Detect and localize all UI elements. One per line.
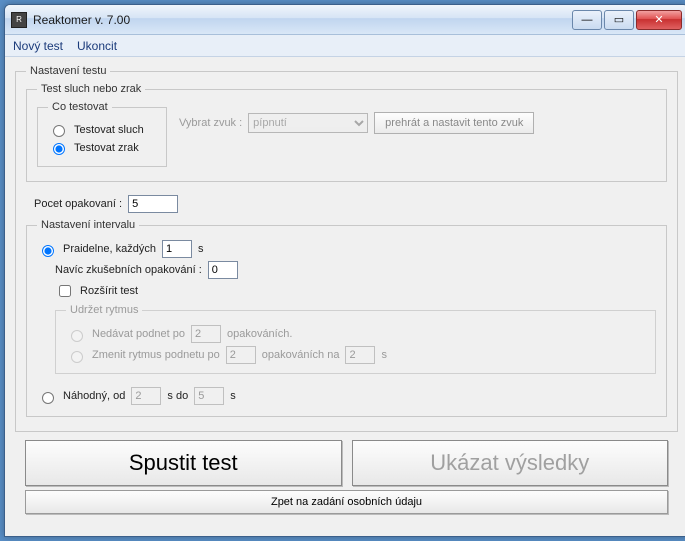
- select-sound-label: Vybrat zvuk :: [179, 117, 242, 129]
- regular-seconds-input[interactable]: [162, 240, 192, 258]
- sense-legend: Test sluch nebo zrak: [37, 83, 145, 95]
- show-results-button: Ukázat výsledky: [352, 440, 669, 486]
- menu-new-test[interactable]: Nový test: [13, 39, 63, 53]
- change-unit: s: [381, 349, 387, 361]
- radio-vision[interactable]: [53, 143, 65, 155]
- play-sound-button: prehrát a nastavit tento zvuk: [374, 112, 534, 134]
- what-to-test-group: Co testovat Testovat sluch Testovat zrak: [37, 101, 167, 167]
- radio-change-rhythm: [71, 351, 83, 363]
- start-test-button[interactable]: Spustit test: [25, 440, 342, 486]
- change-mid: opakováních na: [262, 349, 340, 361]
- radio-regular[interactable]: [42, 245, 54, 257]
- sound-select: pípnutí: [248, 113, 368, 133]
- back-button[interactable]: Zpet na zadání osobních údaju: [25, 490, 668, 514]
- test-settings-legend: Nastavení testu: [26, 65, 110, 77]
- random-label: Náhodný, od: [63, 390, 125, 402]
- label-hearing: Testovat sluch: [74, 124, 144, 136]
- test-settings-group: Nastavení testu Test sluch nebo zrak Co …: [15, 65, 678, 432]
- radio-hearing[interactable]: [53, 125, 65, 137]
- window-title: Reaktomer v. 7.00: [33, 13, 572, 27]
- rhythm-group: Udržet rytmus Nedávat podnet po opakován…: [55, 304, 656, 374]
- main-buttons-row: Spustit test Ukázat výsledky: [25, 440, 668, 486]
- titlebar: R Reaktomer v. 7.00 — ▭ ✕: [5, 5, 685, 35]
- random-unit: s: [230, 390, 236, 402]
- regular-unit: s: [198, 243, 204, 255]
- change-label-a: Zmenit rytmus podnetu po: [92, 349, 220, 361]
- radio-random[interactable]: [42, 392, 54, 404]
- minimize-button[interactable]: —: [572, 10, 602, 30]
- extra-reps-input[interactable]: [208, 261, 238, 279]
- client-area: Nastavení testu Test sluch nebo zrak Co …: [5, 57, 685, 536]
- maximize-button[interactable]: ▭: [604, 10, 634, 30]
- radio-no-stim: [71, 330, 83, 342]
- app-icon: R: [11, 12, 27, 28]
- menu-quit[interactable]: Ukoncit: [77, 39, 117, 53]
- interval-group: Nastavení intervalu Praidelne, každých s…: [26, 219, 667, 417]
- reps-input[interactable]: [128, 195, 178, 213]
- extra-reps-label: Navíc zkušebních opakování :: [55, 264, 202, 276]
- no-stim-unit: opakováních.: [227, 328, 292, 340]
- app-window: R Reaktomer v. 7.00 — ▭ ✕ Nový test Ukon…: [4, 4, 685, 537]
- interval-legend: Nastavení intervalu: [37, 219, 139, 231]
- change-input-b: [345, 346, 375, 364]
- close-button[interactable]: ✕: [636, 10, 682, 30]
- random-mid: s do: [167, 390, 188, 402]
- sense-group: Test sluch nebo zrak Co testovat Testova…: [26, 83, 667, 182]
- label-regular: Praidelne, každých: [63, 243, 156, 255]
- extend-label: Rozšírit test: [80, 285, 138, 297]
- extend-checkbox[interactable]: [59, 285, 71, 297]
- rhythm-legend: Udržet rytmus: [66, 304, 142, 316]
- what-legend: Co testovat: [48, 101, 112, 113]
- reps-label: Pocet opakovaní :: [34, 198, 122, 210]
- menubar: Nový test Ukoncit: [5, 35, 685, 57]
- random-from-input: [131, 387, 161, 405]
- no-stim-label: Nedávat podnet po: [92, 328, 185, 340]
- no-stim-input: [191, 325, 221, 343]
- window-controls: — ▭ ✕: [572, 10, 682, 30]
- change-input-a: [226, 346, 256, 364]
- label-vision: Testovat zrak: [74, 142, 139, 154]
- random-to-input: [194, 387, 224, 405]
